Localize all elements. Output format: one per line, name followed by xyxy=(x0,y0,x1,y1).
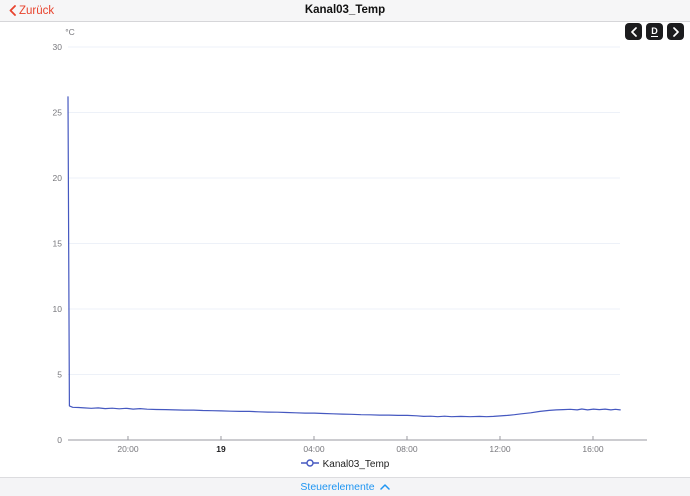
y-tick-label: 15 xyxy=(53,239,63,249)
legend-label: Kanal03_Temp xyxy=(322,458,390,470)
temperature-chart: °C 0 5 10 15 20 25 30 20:00 19 04:00 08:00 12:00 16:0… xyxy=(53,27,647,454)
x-tick-label: 16:00 xyxy=(582,444,604,454)
chevron-up-icon xyxy=(379,484,390,490)
x-tick-label: 08:00 xyxy=(396,444,418,454)
data-line-Kanal03_Temp xyxy=(67,96,621,418)
x-tick-label: 12:00 xyxy=(489,444,511,454)
y-tick-label: 0 xyxy=(57,435,62,445)
controls-toggle-button[interactable]: Steuerelemente xyxy=(300,481,390,493)
y-axis-unit-label: °C xyxy=(65,27,75,37)
y-tick-label: 5 xyxy=(57,370,62,380)
x-tick-label: 04:00 xyxy=(303,444,325,454)
y-tick-label: 20 xyxy=(53,173,63,183)
y-tick-label: 10 xyxy=(53,304,63,314)
footer-bar: Steuerelemente xyxy=(0,477,690,496)
y-tick-label: 25 xyxy=(53,108,63,118)
x-tick-label: 20:00 xyxy=(117,444,139,454)
y-tick-label: 30 xyxy=(53,42,63,52)
x-tick-label: 19 xyxy=(216,444,226,454)
legend-marker-icon xyxy=(300,455,319,473)
chart-legend: Kanal03_Temp xyxy=(0,456,690,472)
controls-toggle-label: Steuerelemente xyxy=(300,481,375,493)
